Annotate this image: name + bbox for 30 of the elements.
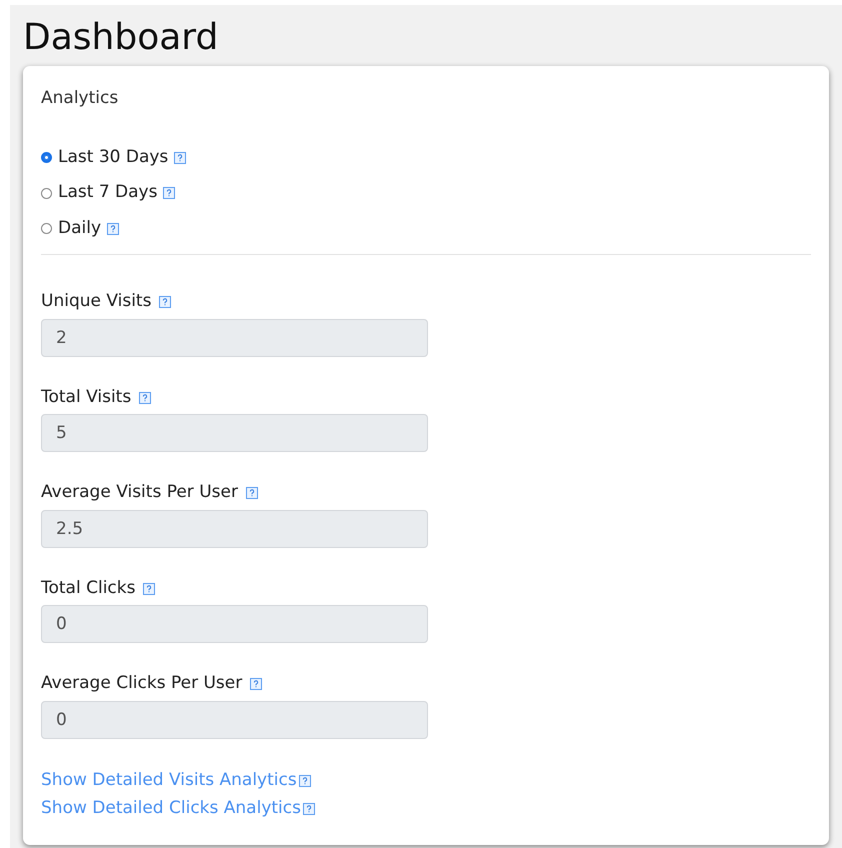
readonly-field[interactable]: 2.5 [41,510,428,548]
radio-button[interactable] [41,188,52,199]
field-label: Unique Visits [41,290,152,314]
radio-label[interactable]: Last 7 Days [58,180,158,206]
card-title: Analytics [41,87,120,110]
radio-label[interactable]: Last 30 Days [58,144,168,170]
help-icon[interactable] [143,582,156,595]
analytics-link[interactable]: Show Detailed Visits Analytics [41,768,297,794]
help-icon[interactable] [250,678,262,690]
help-icon[interactable] [107,222,120,235]
radio-label[interactable]: Daily [58,216,102,242]
readonly-field[interactable]: 0 [41,605,428,644]
field-label: Total Clicks [41,576,136,600]
field-label: Total Visits [41,386,132,409]
help-icon[interactable] [163,187,176,200]
help-icon[interactable] [298,774,311,787]
help-icon[interactable] [174,152,186,164]
readonly-field[interactable]: 0 [41,700,428,739]
help-icon[interactable] [139,392,152,404]
readonly-field[interactable]: 5 [41,414,428,452]
help-icon[interactable] [159,296,172,308]
radio-button[interactable] [41,152,52,164]
analytics-link[interactable]: Show Detailed Clicks Analytics [41,796,301,822]
page-title: Dashboard [23,17,220,58]
help-icon[interactable] [246,487,258,500]
field-label: Average Clicks Per User [41,672,242,696]
readonly-field[interactable]: 2 [41,318,428,357]
field-label: Average Visits Per User [41,481,238,504]
radio-button[interactable] [41,223,52,234]
help-icon[interactable] [302,802,315,815]
